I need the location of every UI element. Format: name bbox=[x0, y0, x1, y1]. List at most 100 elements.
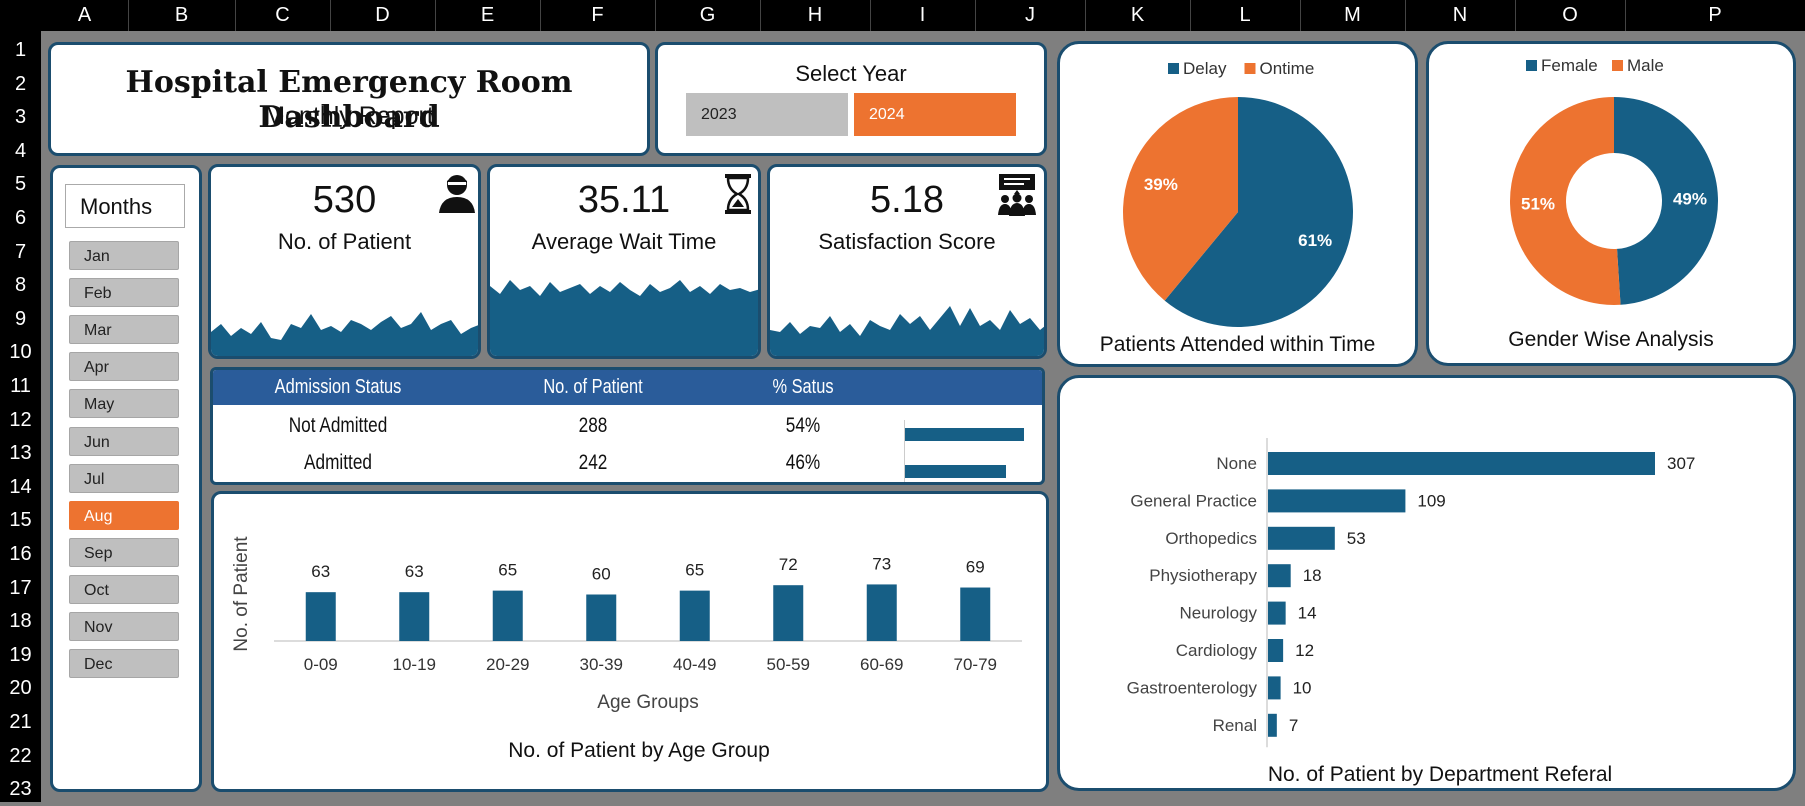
month-button-jul[interactable]: Jul bbox=[69, 463, 179, 493]
row-header-18[interactable]: 18 bbox=[0, 604, 41, 638]
age-bar-value-label: 63 bbox=[311, 562, 330, 581]
gender-wise-chart: Female Male 49% 51% Gender Wise Analysis bbox=[1508, 56, 1718, 351]
column-header-b[interactable]: B bbox=[128, 0, 235, 31]
y-axis-title: No. of Patient bbox=[231, 536, 252, 652]
month-button-aug[interactable]: Aug bbox=[69, 500, 179, 530]
column-headers: ABCDEFGHIJKLMNOP bbox=[0, 0, 1805, 31]
legend-label-ontime: Ontime bbox=[1260, 59, 1315, 78]
month-button-jun[interactable]: Jun bbox=[69, 426, 179, 456]
year-button-2024[interactable]: 2024 bbox=[854, 93, 1016, 136]
row-header-5[interactable]: 5 bbox=[0, 167, 41, 201]
column-header-d[interactable]: D bbox=[330, 0, 435, 31]
dept-bar-value-label: 18 bbox=[1303, 566, 1322, 585]
column-header-n[interactable]: N bbox=[1405, 0, 1515, 31]
age-tick-label: 50-59 bbox=[767, 655, 810, 674]
row-header-17[interactable]: 17 bbox=[0, 571, 41, 605]
row-header-6[interactable]: 6 bbox=[0, 201, 41, 235]
row-header-1[interactable]: 1 bbox=[0, 33, 41, 67]
column-header-h[interactable]: H bbox=[760, 0, 870, 31]
row-header-16[interactable]: 16 bbox=[0, 537, 41, 571]
year-selector-title: Select Year bbox=[795, 61, 907, 86]
column-header-e[interactable]: E bbox=[435, 0, 540, 31]
row-header-9[interactable]: 9 bbox=[0, 302, 41, 336]
dept-tick-label: None bbox=[1216, 454, 1257, 473]
row-header-10[interactable]: 10 bbox=[0, 335, 41, 369]
column-header-k[interactable]: K bbox=[1085, 0, 1190, 31]
row-header-15[interactable]: 15 bbox=[0, 503, 41, 537]
age-bar-40-49 bbox=[679, 590, 710, 641]
month-button-sep[interactable]: Sep bbox=[69, 537, 179, 567]
dept-tick-label: Physiotherapy bbox=[1149, 566, 1257, 585]
year-button-2023[interactable]: 2023 bbox=[686, 93, 848, 136]
column-header-j[interactable]: J bbox=[975, 0, 1085, 31]
dept-bar bbox=[1268, 452, 1655, 475]
dept-bar-value-label: 307 bbox=[1667, 454, 1695, 473]
department-referral-chart: None 307 General Practice 109 Orthopedics 53 P… bbox=[1127, 438, 1695, 786]
x-axis-title: Age Groups bbox=[597, 692, 698, 713]
row-header-2[interactable]: 2 bbox=[0, 67, 41, 101]
column-header-o[interactable]: O bbox=[1515, 0, 1625, 31]
column-header-c[interactable]: C bbox=[235, 0, 330, 31]
row-header-4[interactable]: 4 bbox=[0, 134, 41, 168]
row-share-bar bbox=[905, 465, 1006, 478]
column-header-i[interactable]: I bbox=[870, 0, 975, 31]
row-header-11[interactable]: 11 bbox=[0, 369, 41, 403]
row-header-13[interactable]: 13 bbox=[0, 436, 41, 470]
row-header-12[interactable]: 12 bbox=[0, 403, 41, 437]
row-header-14[interactable]: 14 bbox=[0, 470, 41, 504]
row-header-22[interactable]: 22 bbox=[0, 739, 41, 773]
row-header-8[interactable]: 8 bbox=[0, 268, 41, 302]
row-pct: 54% bbox=[785, 414, 821, 437]
age-bar-value-label: 72 bbox=[779, 555, 798, 574]
kpi-patients-label: No. of Patient bbox=[277, 229, 412, 254]
column-header-f[interactable]: F bbox=[540, 0, 655, 31]
pie-value-label: 61% bbox=[1298, 231, 1332, 250]
month-button-may[interactable]: May bbox=[69, 389, 179, 419]
month-button-jan[interactable]: Jan bbox=[69, 241, 179, 270]
column-header-g[interactable]: G bbox=[655, 0, 760, 31]
kpi-satisfaction-label: Satisfaction Score bbox=[818, 229, 996, 254]
row-header-3[interactable]: 3 bbox=[0, 100, 41, 134]
chart-title: Patients Attended within Time bbox=[1100, 333, 1376, 356]
age-bar-value-label: 63 bbox=[405, 562, 424, 581]
month-button-mar[interactable]: Mar bbox=[69, 315, 179, 345]
month-button-feb[interactable]: Feb bbox=[69, 278, 179, 308]
legend-label-male: Male bbox=[1627, 56, 1664, 75]
dashboard-subtitle: Monthly Report bbox=[264, 102, 434, 130]
dept-tick-label: Cardiology bbox=[1176, 641, 1258, 660]
kpi-card-wait-time: 35.11 Average Wait Time bbox=[487, 164, 761, 359]
months-slicer: Months Jan Feb Mar Apr May Jun Jul Aug Sep Oct Nov… bbox=[50, 165, 202, 792]
age-tick-label: 30-39 bbox=[580, 655, 623, 674]
age-tick-label: 40-49 bbox=[673, 655, 716, 674]
header-no-of-patient: No. of Patient bbox=[543, 376, 643, 398]
month-button-oct[interactable]: Oct bbox=[69, 574, 179, 604]
age-tick-label: 0-09 bbox=[304, 655, 338, 674]
age-bar-value-label: 73 bbox=[872, 554, 891, 573]
dept-tick-label: General Practice bbox=[1130, 491, 1257, 510]
month-button-nov[interactable]: Nov bbox=[69, 612, 179, 641]
dept-bar bbox=[1268, 639, 1284, 662]
age-bar-value-label: 65 bbox=[685, 561, 704, 580]
column-header-p[interactable]: P bbox=[1625, 0, 1805, 31]
dept-bar bbox=[1268, 713, 1277, 737]
admission-status-table: Admission Status No. of Patient % Satus … bbox=[210, 367, 1045, 485]
month-button-dec[interactable]: Dec bbox=[69, 649, 179, 679]
legend-swatch-delay bbox=[1168, 63, 1179, 74]
legend-swatch-male bbox=[1612, 60, 1623, 71]
age-bar-60-69 bbox=[866, 584, 897, 641]
age-tick-label: 20-29 bbox=[486, 655, 529, 674]
age-group-chart-card: 63 0-09 63 10-19 65 20-29 60 30-39 65 40-49 72 50-5… bbox=[211, 491, 1049, 792]
row-status: Admitted bbox=[304, 451, 372, 474]
row-header-21[interactable]: 21 bbox=[0, 705, 41, 739]
age-bar-value-label: 69 bbox=[966, 558, 985, 577]
row-header-19[interactable]: 19 bbox=[0, 638, 41, 672]
dept-bar-value-label: 7 bbox=[1289, 716, 1298, 735]
row-header-20[interactable]: 20 bbox=[0, 671, 41, 705]
age-bar-70-79 bbox=[960, 587, 991, 641]
column-header-a[interactable]: A bbox=[41, 0, 128, 31]
month-button-apr[interactable]: Apr bbox=[69, 352, 179, 382]
column-header-m[interactable]: M bbox=[1300, 0, 1405, 31]
column-header-l[interactable]: L bbox=[1190, 0, 1300, 31]
row-header-23[interactable]: 23 bbox=[0, 772, 41, 806]
row-header-7[interactable]: 7 bbox=[0, 235, 41, 269]
